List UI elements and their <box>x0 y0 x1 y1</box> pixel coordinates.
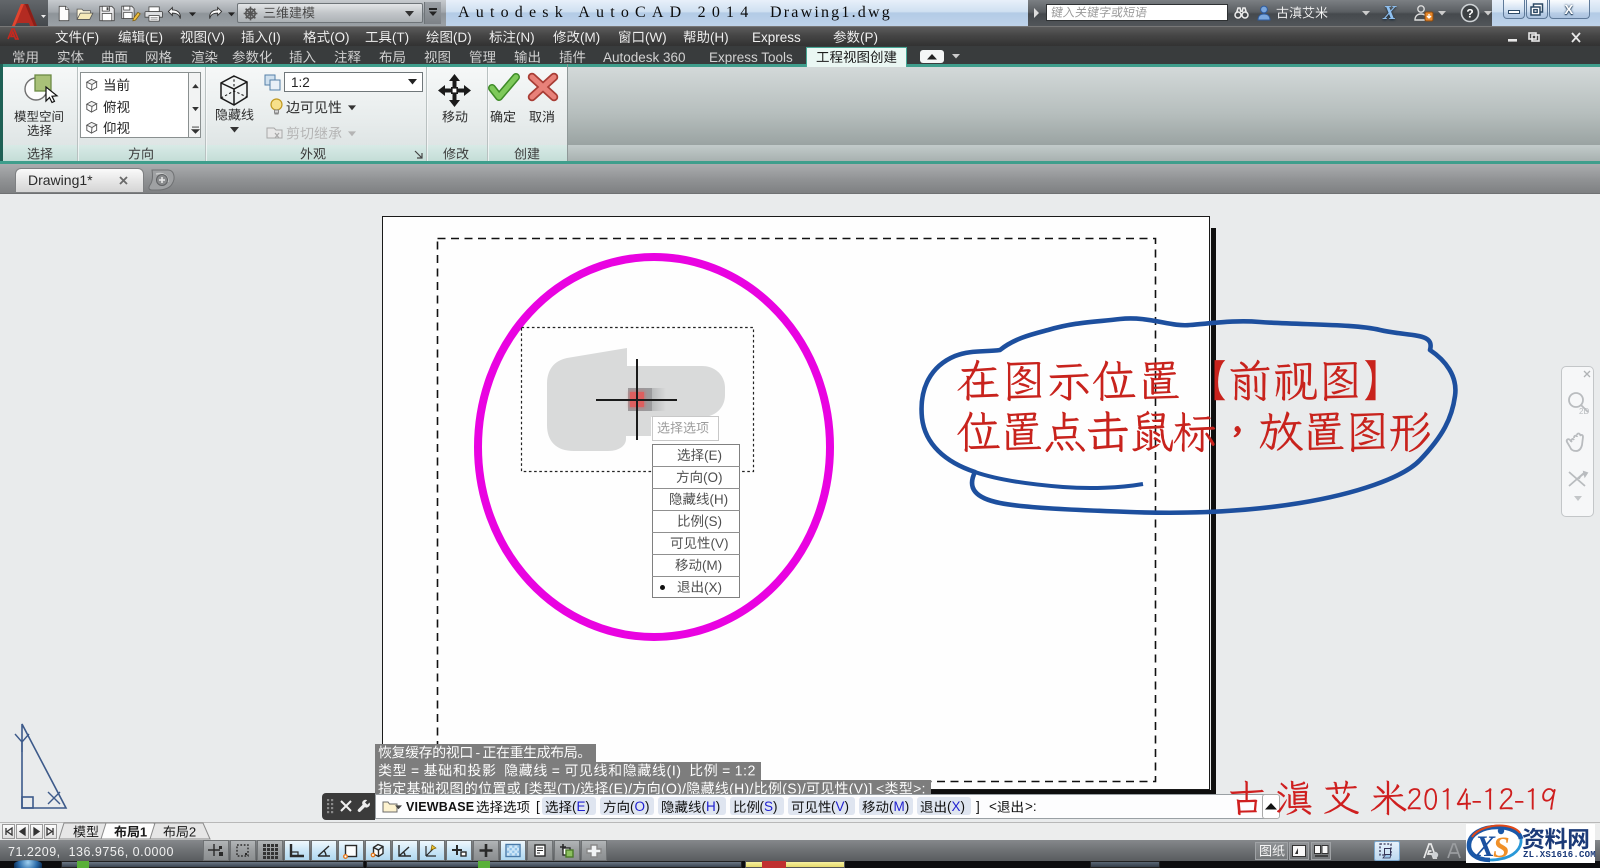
svg-text:2D: 2D <box>1579 407 1589 416</box>
svg-text:S: S <box>1493 831 1510 864</box>
svg-text:?: ? <box>1466 7 1473 21</box>
